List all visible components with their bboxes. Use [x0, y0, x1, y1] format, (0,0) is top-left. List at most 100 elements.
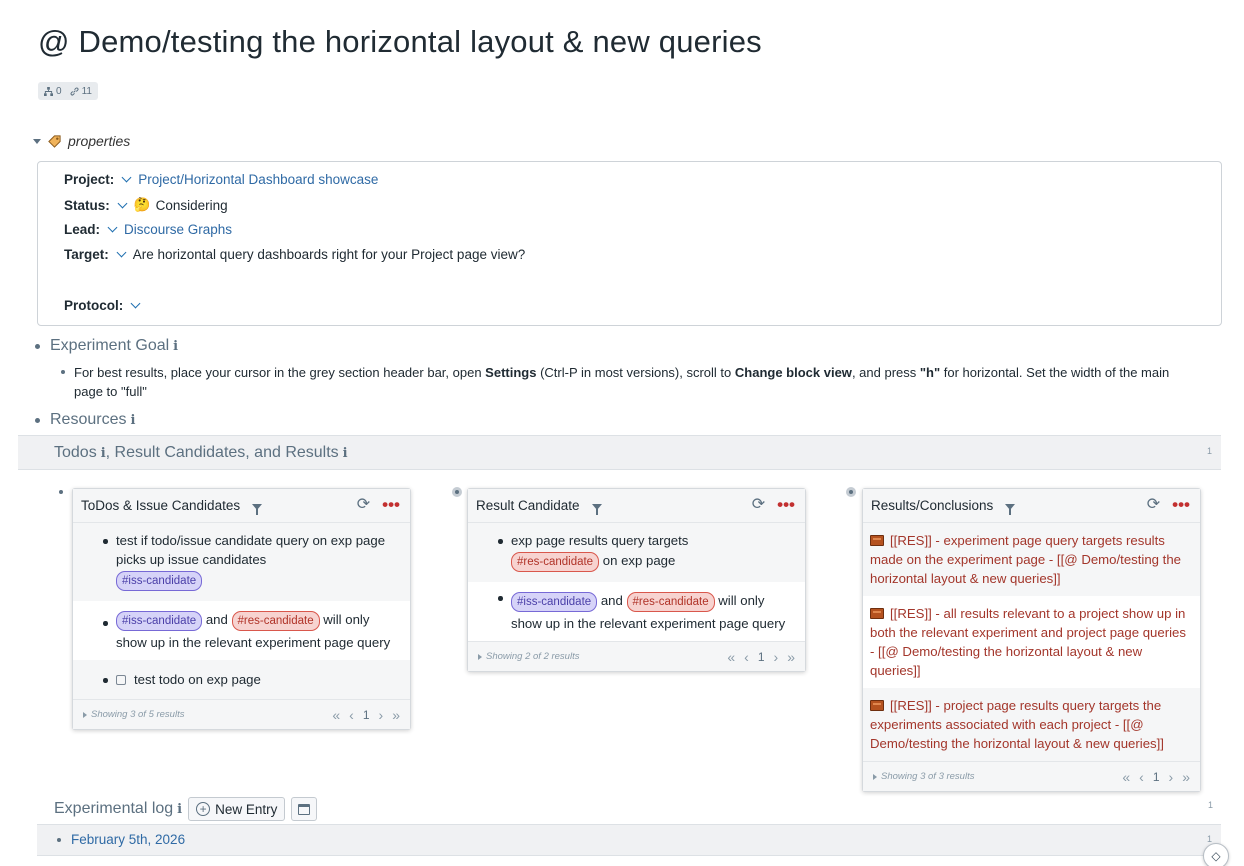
first-page-icon[interactable]: «: [727, 649, 735, 665]
result-row[interactable]: [[RES]] - project page results query tar…: [863, 688, 1200, 761]
property-status: Status: 🤔 Considering: [64, 197, 228, 213]
prev-page-icon[interactable]: ‹: [744, 649, 749, 665]
children-count: 0: [44, 86, 62, 97]
new-entry-button[interactable]: + New Entry: [188, 797, 286, 821]
lead-link[interactable]: Discourse Graphs: [124, 222, 232, 237]
bullet[interactable]: [35, 417, 40, 423]
property-target: Target: Are horizontal query dashboards …: [64, 247, 525, 262]
log-entry-bar[interactable]: February 5th, 2026 1: [37, 824, 1221, 856]
list-item[interactable]: exp page results query targets #res-cand…: [468, 523, 805, 582]
results-conclusions-query-panel: Results/Conclusions ⟳ ••• [[RES]] - expe…: [862, 488, 1201, 792]
bullet[interactable]: [57, 837, 61, 842]
caret-right-icon[interactable]: [873, 773, 877, 780]
results-count: Showing 3 of 3 results: [881, 771, 975, 782]
properties-panel: Project: Project/Horizontal Dashboard sh…: [37, 161, 1222, 326]
next-page-icon[interactable]: ›: [379, 707, 384, 723]
panel-footer: Showing 3 of 5 results « ‹ 1 › »: [73, 699, 410, 729]
chevron-down-icon[interactable]: [130, 298, 141, 309]
list-item[interactable]: test todo on exp page: [73, 660, 410, 699]
res-candidate-tag[interactable]: #res-candidate: [626, 592, 715, 612]
bullet[interactable]: [35, 343, 40, 349]
experimental-log-heading: Experimental log i + New Entry: [54, 797, 318, 821]
log-entry[interactable]: February 5th, 2026: [57, 832, 185, 847]
chevron-down-icon[interactable]: [107, 222, 118, 233]
panel-title: ToDos & Issue Candidates: [81, 498, 241, 513]
caret-down-icon[interactable]: [33, 138, 41, 144]
filter-icon[interactable]: [591, 503, 602, 515]
property-key: Target:: [64, 247, 109, 262]
res-candidate-tag[interactable]: #res-candidate: [511, 552, 600, 572]
property-protocol: Protocol:: [64, 298, 147, 313]
prev-page-icon[interactable]: ‹: [349, 707, 354, 723]
prev-page-icon[interactable]: ‹: [1139, 769, 1144, 785]
refresh-icon[interactable]: ⟳: [357, 497, 370, 513]
calendar-icon: [298, 803, 311, 815]
info-icon[interactable]: i: [177, 802, 182, 817]
list-item[interactable]: #iss-candidate and #res-candidate will o…: [468, 582, 805, 641]
result-row[interactable]: [[RES]] - all results relevant to a proj…: [863, 596, 1200, 688]
last-page-icon[interactable]: »: [1182, 769, 1190, 785]
more-icon[interactable]: •••: [382, 496, 400, 513]
info-icon[interactable]: i: [343, 446, 348, 461]
experiment-goal-text[interactable]: For best results, place your cursor in t…: [74, 363, 1194, 401]
experimental-log-label[interactable]: Experimental log: [54, 800, 173, 818]
last-page-icon[interactable]: »: [787, 649, 795, 665]
brick-icon: [870, 535, 884, 546]
log-entry-date-link[interactable]: February 5th, 2026: [71, 832, 185, 847]
panel-footer: Showing 2 of 2 results « ‹ 1 › »: [468, 641, 805, 671]
link-icon: [70, 87, 79, 95]
chevron-down-icon[interactable]: [116, 247, 127, 258]
links-count: 11: [70, 86, 92, 97]
refresh-icon[interactable]: ⟳: [1147, 497, 1160, 513]
chevron-down-icon[interactable]: [121, 172, 132, 183]
next-page-icon[interactable]: ›: [1169, 769, 1174, 785]
bullet-collapsed[interactable]: [452, 487, 462, 497]
property-project: Project: Project/Horizontal Dashboard sh…: [64, 172, 378, 187]
next-page-icon[interactable]: ›: [774, 649, 779, 665]
tag-icon: [48, 134, 61, 148]
caret-right-icon[interactable]: [83, 711, 87, 718]
bullet[interactable]: [61, 370, 65, 374]
property-key: Status:: [64, 197, 110, 213]
refresh-icon[interactable]: ⟳: [752, 497, 765, 513]
iss-candidate-tag[interactable]: #iss-candidate: [116, 571, 203, 591]
res-candidate-tag[interactable]: #res-candidate: [231, 611, 320, 631]
list-item[interactable]: test if todo/issue candidate query on ex…: [73, 523, 410, 601]
result-row[interactable]: [[RES]] - experiment page query targets …: [863, 523, 1200, 596]
more-icon[interactable]: •••: [1172, 496, 1190, 513]
bullet-collapsed[interactable]: [846, 487, 856, 497]
info-icon[interactable]: i: [130, 413, 135, 428]
filter-icon[interactable]: [252, 503, 263, 515]
iss-candidate-tag[interactable]: #iss-candidate: [511, 592, 598, 612]
iss-candidate-tag[interactable]: #iss-candidate: [116, 611, 203, 631]
panel-header: Result Candidate ⟳ •••: [468, 489, 805, 523]
target-value[interactable]: Are horizontal query dashboards right fo…: [133, 247, 525, 262]
chevron-down-icon[interactable]: [117, 198, 128, 208]
property-key: Protocol:: [64, 298, 124, 313]
panel-footer: Showing 3 of 3 results « ‹ 1 › »: [863, 761, 1200, 791]
properties-toggle[interactable]: properties: [33, 133, 130, 149]
experiment-goal-heading[interactable]: Experiment Goal i: [35, 337, 178, 355]
page-counts[interactable]: 0 11: [38, 82, 98, 100]
floating-action-button[interactable]: ◇: [1203, 843, 1229, 866]
page-number: 1: [362, 708, 370, 722]
first-page-icon[interactable]: «: [332, 707, 340, 723]
info-icon[interactable]: i: [173, 339, 178, 354]
todos-query-panel: ToDos & Issue Candidates ⟳ ••• test if t…: [72, 488, 411, 730]
todo-checkbox[interactable]: [116, 675, 126, 685]
caret-right-icon[interactable]: [478, 653, 482, 660]
properties-label: properties: [68, 133, 131, 149]
list-item[interactable]: #iss-candidate and #res-candidate will o…: [73, 601, 410, 660]
bullet: [498, 539, 503, 544]
first-page-icon[interactable]: «: [1122, 769, 1130, 785]
resources-heading[interactable]: Resources i: [35, 411, 135, 429]
dashboard-section-bar[interactable]: Todos i, Result Candidates, and Results i …: [18, 435, 1221, 470]
project-link[interactable]: Project/Horizontal Dashboard showcase: [138, 172, 378, 187]
bullet[interactable]: [59, 490, 63, 494]
last-page-icon[interactable]: »: [392, 707, 400, 723]
calendar-button[interactable]: [291, 797, 318, 821]
filter-icon[interactable]: [1005, 503, 1016, 515]
bullet: [103, 678, 108, 683]
pagination: « ‹ 1 › »: [332, 707, 400, 723]
more-icon[interactable]: •••: [777, 496, 795, 513]
